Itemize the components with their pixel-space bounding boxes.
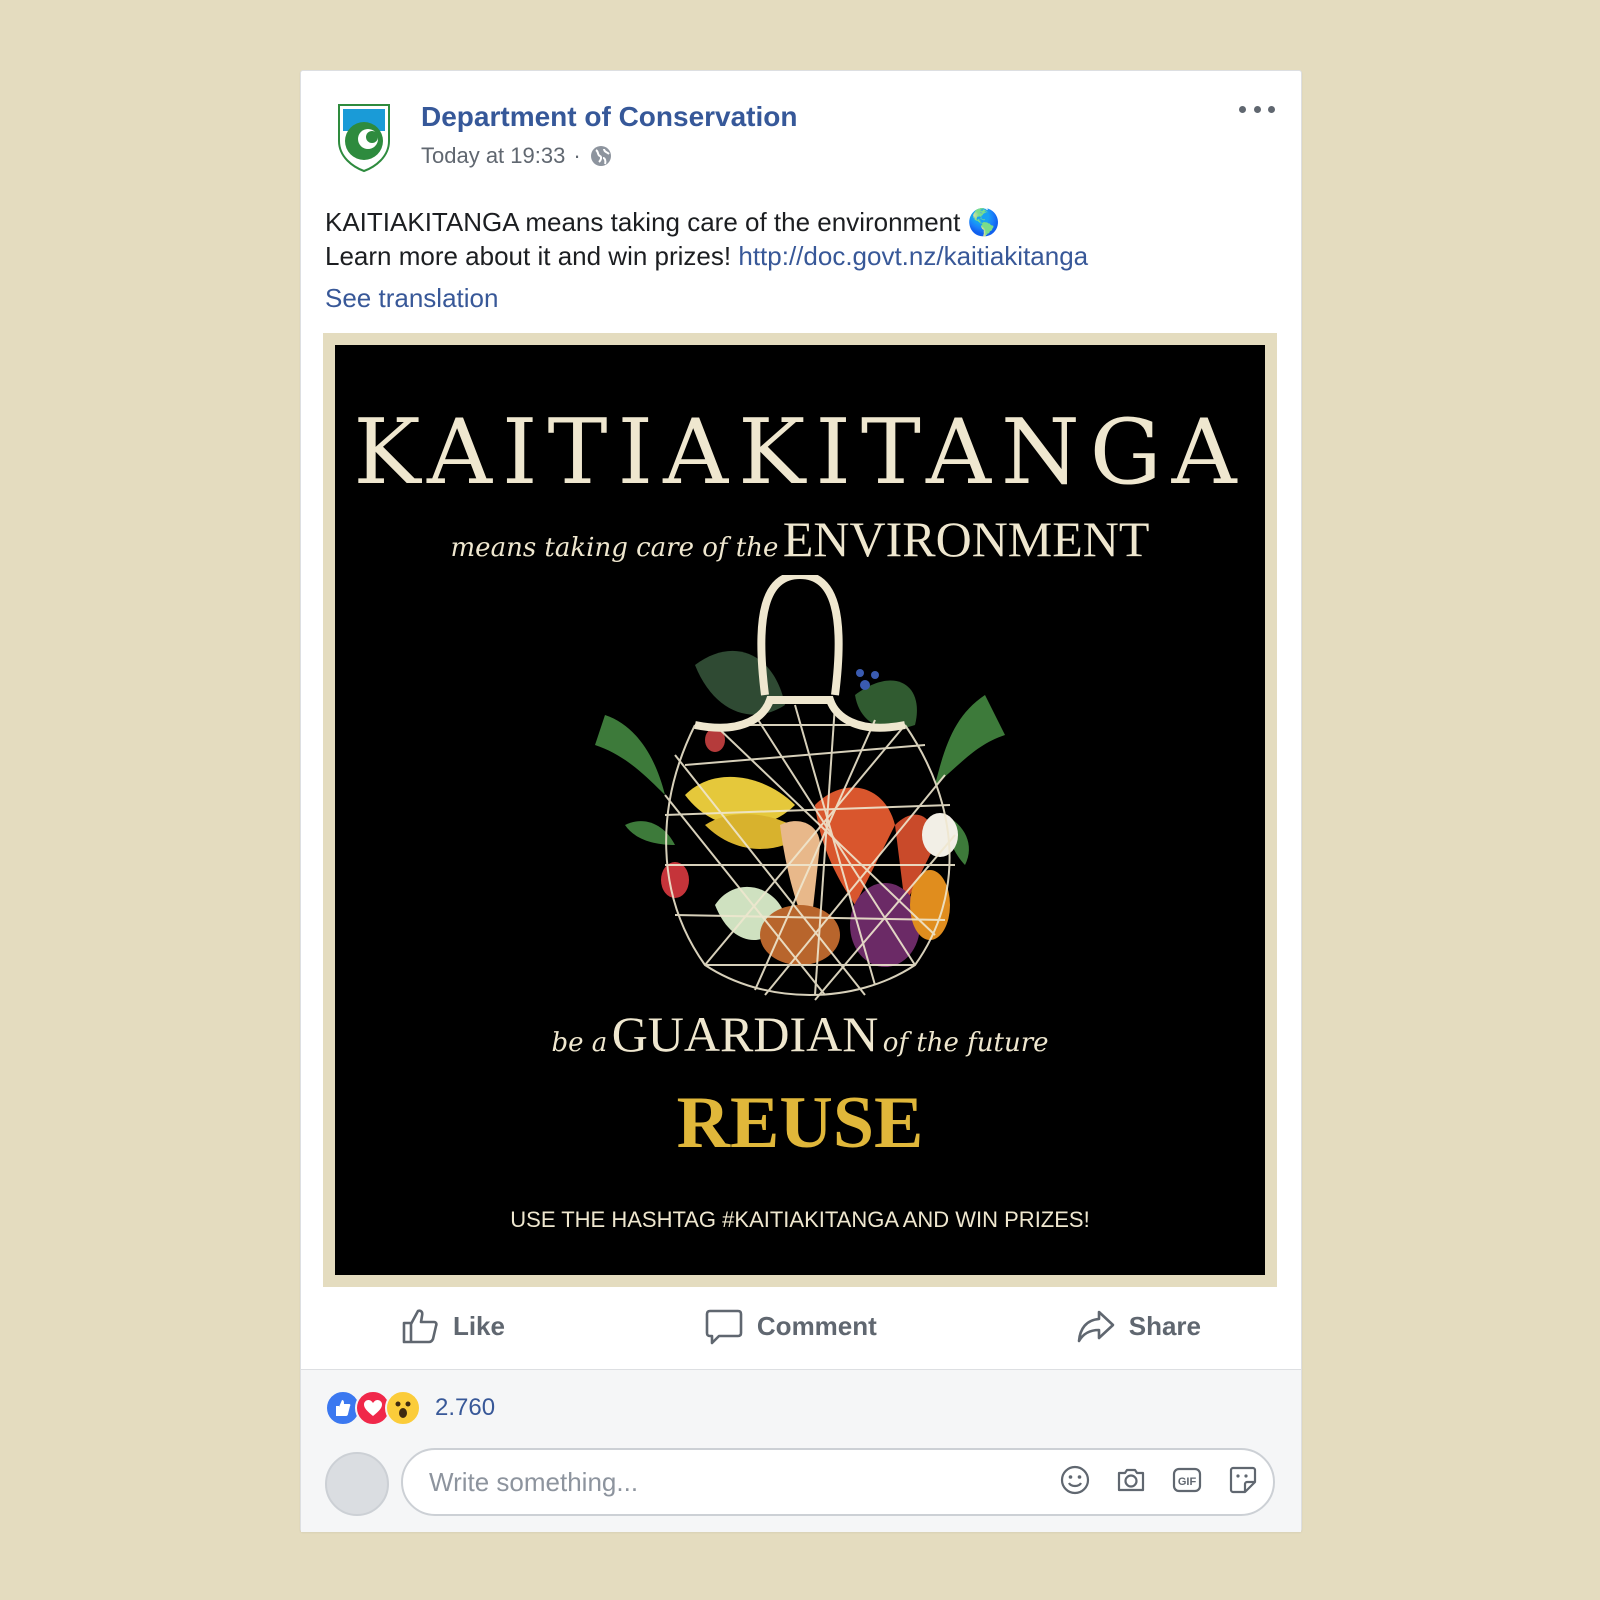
- comment-bubble-icon: [705, 1309, 743, 1345]
- like-label: Like: [452, 1310, 505, 1341]
- post-text: KAITIAKITANGA means taking care of the e…: [325, 205, 1275, 273]
- share-arrow-icon: [1077, 1310, 1115, 1343]
- post-image-content: KAITIAKITANGA means taking care of the E…: [335, 345, 1265, 1275]
- camera-icon[interactable]: [1115, 1464, 1147, 1496]
- earth-emoji: 🌎: [967, 207, 1000, 237]
- vegetable-bag-illustration: [595, 575, 1005, 1001]
- more-dot: [1239, 105, 1246, 113]
- comment-composer[interactable]: GIF: [401, 1448, 1275, 1516]
- post-image[interactable]: KAITIAKITANGA means taking care of the E…: [323, 333, 1277, 1287]
- composer-icons: GIF: [1059, 1464, 1259, 1496]
- post-footer: 2.760 GIF: [301, 1369, 1301, 1532]
- image-guardian-script-b: of the future: [882, 1028, 1049, 1058]
- page-name-link[interactable]: Department of Conservation: [421, 101, 798, 133]
- more-options-button[interactable]: [1239, 99, 1275, 119]
- post-text-line2: Learn more about it and win prizes! http…: [325, 239, 1275, 273]
- more-dot: [1253, 105, 1261, 113]
- gif-icon[interactable]: GIF: [1171, 1464, 1203, 1496]
- thumbs-up-icon: [402, 1309, 438, 1344]
- share-button[interactable]: Share: [1077, 1307, 1201, 1345]
- globe-icon[interactable]: [589, 144, 613, 168]
- reaction-count[interactable]: 2.760: [435, 1394, 495, 1422]
- image-guardian-script-a: be a: [551, 1028, 608, 1058]
- svg-text:GIF: GIF: [1178, 1476, 1197, 1488]
- image-subtitle-caps: ENVIRONMENT: [782, 511, 1150, 567]
- commenter-avatar: [325, 1452, 389, 1516]
- image-reuse: REUSE: [676, 1082, 924, 1164]
- post-text-line1: KAITIAKITANGA means taking care of the e…: [325, 205, 1275, 239]
- image-subtitle: means taking care of the ENVIRONMENT: [335, 510, 1265, 568]
- share-label: Share: [1128, 1310, 1201, 1341]
- post-text-line2-content: Learn more about it and win prizes!: [325, 241, 732, 271]
- wow-reaction-icon: [385, 1390, 421, 1426]
- comment-label: Comment: [756, 1310, 877, 1341]
- emoji-icon[interactable]: [1059, 1464, 1091, 1496]
- image-guardian-caps: GUARDIAN: [611, 1006, 879, 1062]
- see-translation-link[interactable]: See translation: [325, 283, 498, 314]
- more-dot: [1268, 105, 1275, 113]
- post-actions: Like Comment Share: [301, 1301, 1301, 1351]
- doc-logo[interactable]: [335, 101, 393, 173]
- post-link[interactable]: http://doc.govt.nz/kaitiakitanga: [738, 241, 1088, 271]
- timestamp[interactable]: Today at 19:33: [421, 143, 565, 169]
- image-subtitle-script: means taking care of the: [450, 533, 779, 563]
- image-title: KAITIAKITANGA: [353, 400, 1247, 505]
- separator: ·: [573, 143, 581, 168]
- comment-button[interactable]: Comment: [705, 1307, 877, 1345]
- post-text-line1-content: KAITIAKITANGA means taking care of the e…: [325, 207, 961, 237]
- reaction-summary[interactable]: 2.760: [325, 1390, 495, 1426]
- facebook-post: Department of Conservation Today at 19:3…: [300, 70, 1302, 1532]
- comment-input[interactable]: [427, 1465, 1031, 1499]
- image-guardian-line: be a GUARDIAN of the future: [335, 1005, 1265, 1063]
- post-meta: Today at 19:33 ·: [421, 143, 613, 169]
- image-hashtag: USE THE HASHTAG #KAITIAKITANGA AND WIN P…: [510, 1207, 1090, 1232]
- like-button[interactable]: Like: [401, 1307, 505, 1345]
- sticker-icon[interactable]: [1227, 1464, 1259, 1496]
